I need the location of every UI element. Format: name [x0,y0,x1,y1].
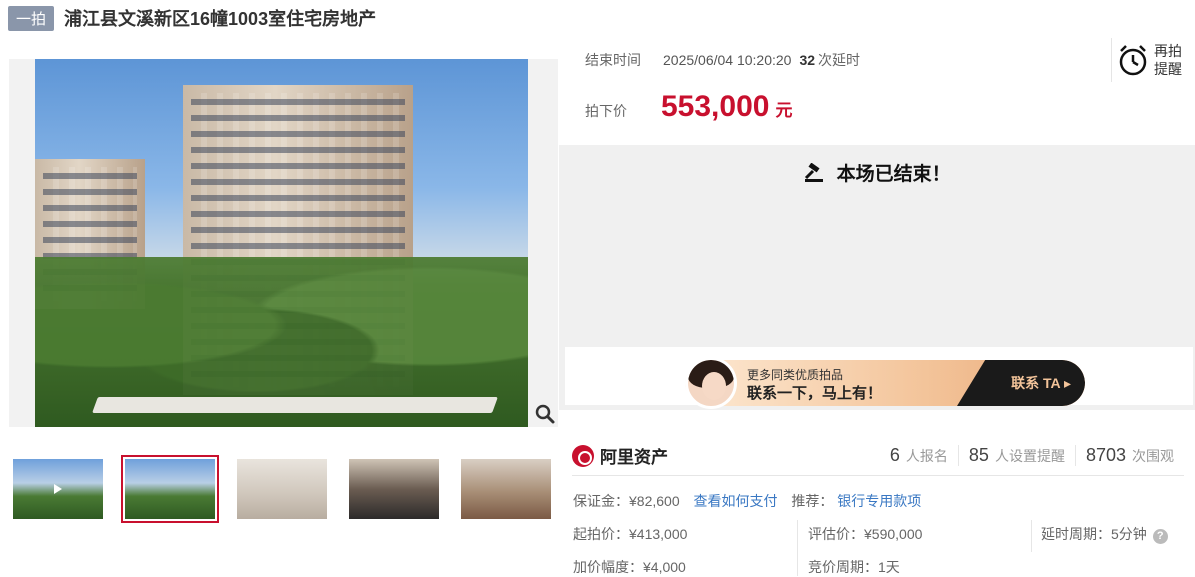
page-title: 浦江县文溪新区16幢1003室住宅房地产 [64,9,377,29]
thumbnail-strip [9,455,569,523]
ali-assets-logo: 阿里资产 [572,443,668,468]
bid-period: 竞价周期：1天 [808,559,900,575]
help-icon[interactable]: ? [1152,529,1168,544]
auction-info: 结束时间 2025/06/04 10:20:20 32 次延时 拍下价 553,… [585,50,860,124]
delay-period: 延时周期：5分钟 [1041,526,1147,542]
reminder-label: 人设置提醒 [994,448,1065,464]
reminder-count: 85 [968,445,989,465]
price-label: 拍下价 [585,103,627,119]
contact-banner[interactable]: 更多同类优质拍品 联系一下，马上有！ 联系 TA ▸ [565,347,1193,409]
how-to-pay-link[interactable]: 查看如何支付 [694,493,778,509]
property-image [35,59,528,427]
appraisal-price: 评估价：¥590,000 [808,526,923,542]
start-price: 起拍价：¥413,000 [573,526,688,542]
auction-ended-panel: 本场已结束！ 更多同类优质拍品 联系一下，马上有！ 联系 TA ▸ [559,145,1195,410]
thumbnail-living-room[interactable] [233,455,331,523]
increment: 加价幅度：¥4,000 [573,559,686,575]
alarm-clock-icon [1119,45,1147,76]
delay-label: 次延时 [818,52,861,68]
signup-count: 6 [889,445,900,465]
agent-avatar [685,357,737,409]
bank-loan-link[interactable]: 银行专用款项 [837,493,921,509]
recommend-label: 推荐： [791,493,834,509]
play-icon [54,484,62,494]
thumbnail-bedroom[interactable] [457,455,555,523]
title-bar: 一拍 浦江县文溪新区16幢1003室住宅房地产 [8,4,376,32]
delay-period-row: 延时周期：5分钟? [1041,524,1168,544]
deposit-row: 保证金：¥82,600 查看如何支付 推荐： 银行专用款项 [573,491,921,511]
final-price: 553,000 [661,90,770,123]
stats-bar: 阿里资产 6 人报名 85 人设置提醒 8703 次围观 [572,436,1184,476]
reminder-line-1: 再拍 [1154,43,1182,59]
thumbnail-kitchen[interactable] [345,455,443,523]
banner-line-2: 联系一下，马上有！ [747,385,883,402]
deposit: 保证金：¥82,600 [573,493,680,509]
banner-line-1: 更多同类优质拍品 [747,368,844,382]
end-time-label: 结束时间 [585,52,641,68]
reminder-line-2: 提醒 [1154,61,1182,77]
delay-count: 32 [799,52,816,68]
contact-ta-button[interactable]: 联系 TA ▸ [1011,373,1071,393]
auction-ended-text: 本场已结束！ [836,164,951,185]
end-time-value: 2025/06/04 10:20:20 [663,52,792,68]
ali-assets-icon [572,444,594,467]
price-unit: 元 [775,101,793,120]
zoom-icon[interactable] [534,403,556,425]
thumbnail-exterior[interactable] [121,455,219,523]
signup-label: 人报名 [905,448,948,464]
main-photo[interactable] [9,59,558,427]
view-count: 8703 [1085,445,1126,465]
brand-name: 阿里资产 [600,448,668,467]
thumbnail-video[interactable] [9,455,107,523]
auction-round-badge: 一拍 [8,5,55,31]
view-label: 次围观 [1132,448,1174,464]
re-auction-reminder-button[interactable]: 再拍 提醒 [1111,38,1189,82]
gavel-icon [805,162,824,182]
